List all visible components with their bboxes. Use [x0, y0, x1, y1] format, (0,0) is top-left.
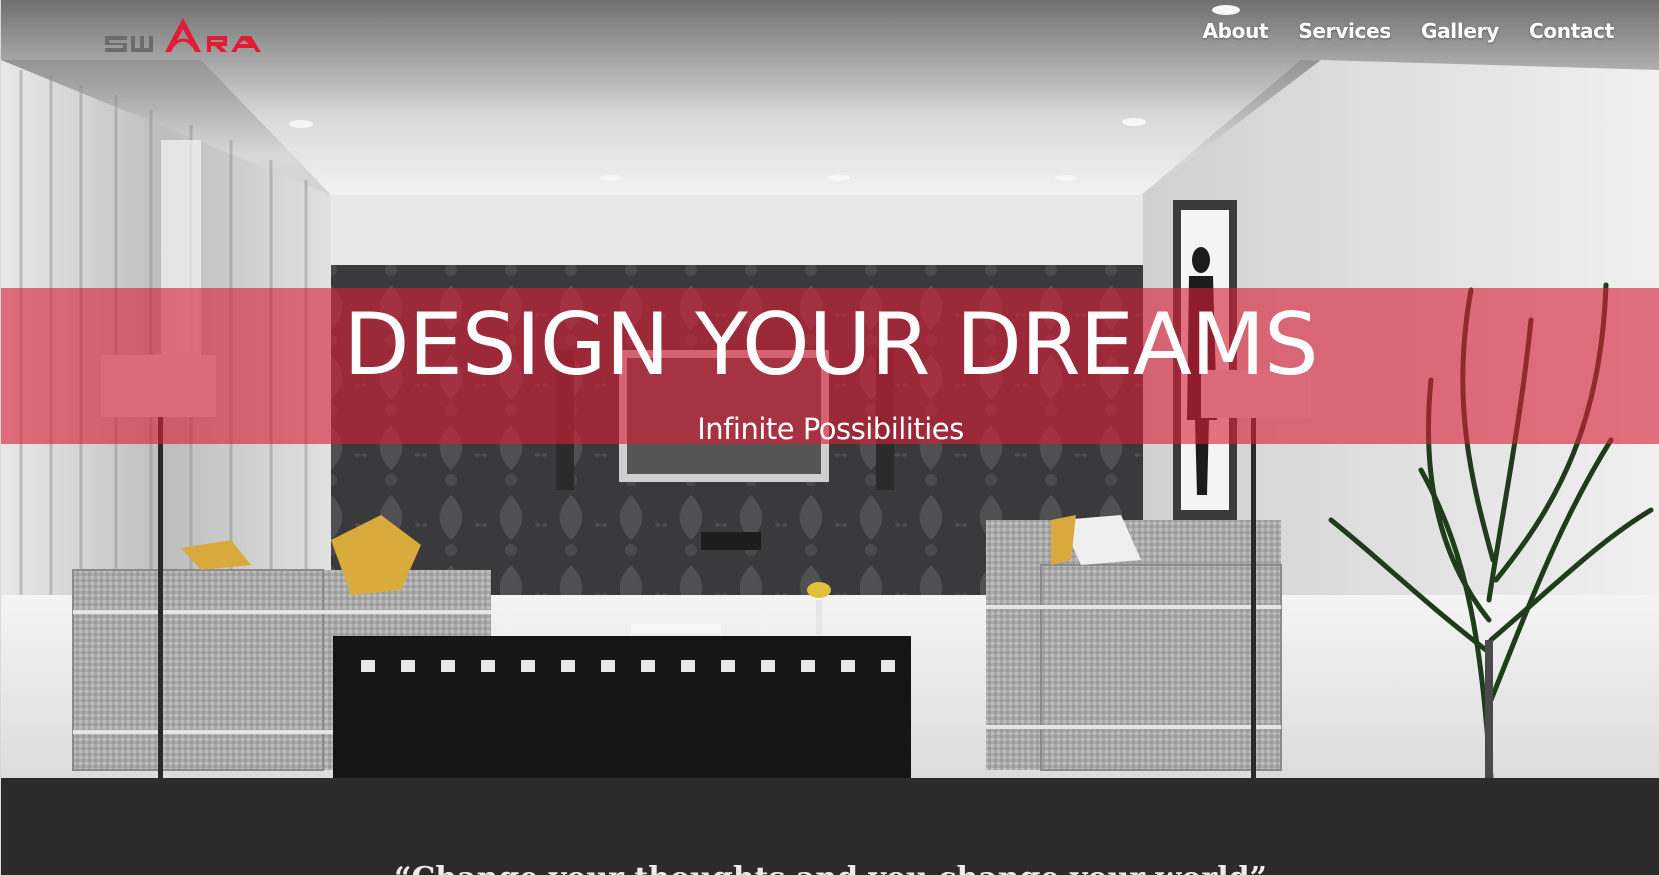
page: About Services Gallery Contact DESIGN YO… [0, 0, 1659, 875]
nav-about[interactable]: About [1202, 17, 1268, 45]
hero-section: About Services Gallery Contact DESIGN YO… [1, 0, 1659, 778]
nav-gallery[interactable]: Gallery [1421, 17, 1499, 45]
quote-text: “Change your thoughts and you change you… [1, 859, 1659, 875]
swara-logo[interactable] [103, 16, 273, 52]
nav-services[interactable]: Services [1298, 17, 1391, 45]
site-header: About Services Gallery Contact [1, 0, 1659, 70]
hero-title: DESIGN YOUR DREAMS [343, 295, 1318, 395]
nav-contact[interactable]: Contact [1529, 17, 1614, 45]
hero-subtitle: Infinite Possibilities [697, 412, 964, 446]
quote-section: “Change your thoughts and you change you… [1, 778, 1659, 875]
main-nav: About Services Gallery Contact [1202, 17, 1614, 45]
